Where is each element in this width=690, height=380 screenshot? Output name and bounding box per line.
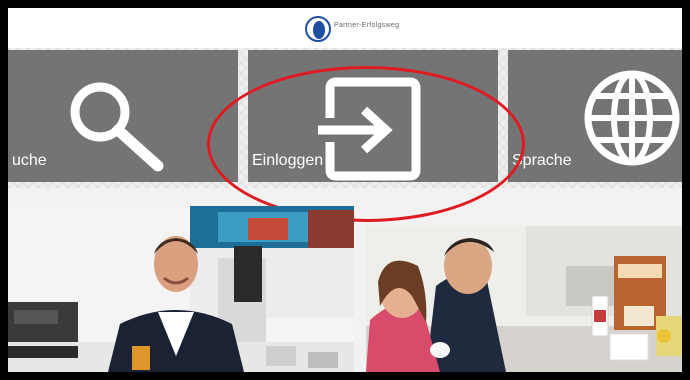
promo-photo-office[interactable] <box>8 206 354 372</box>
search-tile-label: uche <box>12 152 47 169</box>
brand-name: Partner-Erfolgsweg <box>334 22 400 29</box>
company-logo-icon <box>305 16 331 42</box>
promo-photo-products[interactable] <box>366 226 682 372</box>
globe-icon <box>584 70 680 166</box>
app-header: Partner-Erfolgsweg <box>8 8 682 49</box>
login-tile-label: Einloggen <box>252 152 324 169</box>
search-tile[interactable]: uche <box>8 50 238 182</box>
login-icon <box>318 77 421 181</box>
language-tile-label: Sprache <box>512 152 572 169</box>
menu-tiles: uche Einloggen Sprache <box>8 48 682 222</box>
login-tile[interactable]: Einloggen <box>248 50 498 182</box>
search-icon <box>70 82 164 172</box>
language-tile[interactable]: Sprache <box>508 50 682 182</box>
app-screen: Partner-Erfolgsweg uche Einloggen Sprach… <box>8 8 682 372</box>
products-photo-illustration <box>366 226 682 372</box>
office-photo-illustration <box>8 206 354 372</box>
